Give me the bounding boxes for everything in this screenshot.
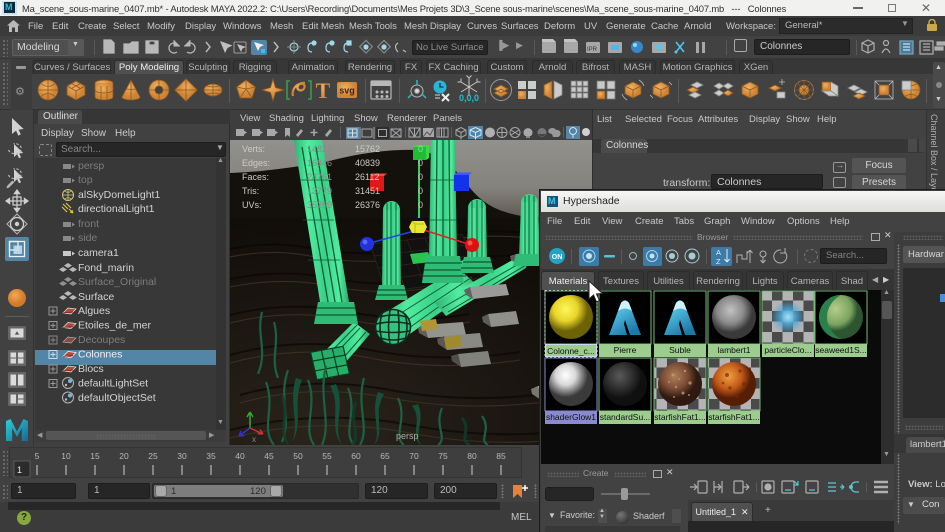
- svg-text:60: 60: [351, 451, 361, 461]
- svg-text:10: 10: [61, 451, 71, 461]
- svg-text:A: A: [716, 248, 721, 257]
- svg-text:1: 1: [17, 465, 22, 475]
- svg-text:0: 0: [418, 200, 423, 210]
- svg-text:defaultLightSet: defaultLightSet: [78, 378, 148, 390]
- svg-text:persp: persp: [78, 160, 104, 172]
- svg-text:Algues: Algues: [78, 305, 110, 317]
- svg-text:75: 75: [438, 451, 448, 461]
- svg-text:16846: 16846: [307, 158, 332, 168]
- svg-text:Decoupes: Decoupes: [78, 334, 125, 346]
- svg-text:Verts:: Verts:: [242, 144, 265, 154]
- svg-text:15: 15: [90, 451, 100, 461]
- svg-text:Faces:: Faces:: [242, 172, 269, 182]
- svg-text:0: 0: [418, 158, 423, 168]
- svg-text:20: 20: [119, 451, 129, 461]
- svg-text:svg: svg: [339, 86, 355, 96]
- svg-text:13779: 13779: [307, 186, 332, 196]
- svg-text:Tris:: Tris:: [242, 186, 259, 196]
- svg-text:persp: persp: [396, 431, 419, 441]
- svg-text:top: top: [78, 174, 93, 186]
- svg-text:30: 30: [177, 451, 187, 461]
- svg-text:25: 25: [148, 451, 158, 461]
- svg-text:Fond_marin: Fond_marin: [78, 262, 134, 274]
- svg-text:15762: 15762: [355, 144, 380, 154]
- svg-text:Colonnes: Colonnes: [78, 349, 122, 361]
- svg-text:defaultObjectSet: defaultObjectSet: [78, 392, 156, 404]
- svg-text:directionalLight1: directionalLight1: [78, 203, 155, 215]
- svg-text:14823: 14823: [307, 144, 332, 154]
- svg-text:35: 35: [206, 451, 216, 461]
- svg-text:35269: 35269: [307, 200, 332, 210]
- svg-text:80: 80: [467, 451, 477, 461]
- svg-text:front: front: [78, 218, 99, 230]
- svg-text:ON: ON: [552, 254, 563, 261]
- svg-text:0,0,0: 0,0,0: [459, 93, 479, 103]
- svg-text:50: 50: [293, 451, 303, 461]
- svg-text:Blocs: Blocs: [78, 363, 104, 375]
- svg-text:5: 5: [35, 451, 40, 461]
- svg-text:0: 0: [418, 186, 423, 196]
- svg-text:UVs:: UVs:: [242, 200, 262, 210]
- svg-text:0: 0: [418, 172, 423, 182]
- svg-text:alSkyDomeLight1: alSkyDomeLight1: [78, 189, 160, 201]
- svg-text:40839: 40839: [355, 158, 380, 168]
- svg-text:70: 70: [409, 451, 419, 461]
- svg-text:65: 65: [380, 451, 390, 461]
- svg-text:45: 45: [264, 451, 274, 461]
- svg-text:camera1: camera1: [78, 247, 119, 259]
- svg-text:IPR: IPR: [587, 47, 598, 53]
- svg-text:26376: 26376: [355, 200, 380, 210]
- svg-text:55: 55: [322, 451, 332, 461]
- svg-text:0: 0: [418, 144, 423, 154]
- svg-text:85: 85: [496, 451, 506, 461]
- svg-text:Etoiles_de_mer: Etoiles_de_mer: [78, 320, 151, 332]
- svg-text:40: 40: [235, 451, 245, 461]
- svg-text:Surface_Original: Surface_Original: [78, 276, 156, 288]
- svg-text:x: x: [252, 435, 256, 444]
- svg-text:Z: Z: [716, 257, 721, 266]
- svg-text:26112: 26112: [355, 172, 379, 182]
- svg-text:T: T: [316, 78, 331, 103]
- svg-text:31451: 31451: [355, 186, 380, 196]
- svg-text:side: side: [78, 232, 97, 244]
- svg-text:24761: 24761: [307, 172, 332, 182]
- svg-text:Edges:: Edges:: [242, 158, 270, 168]
- svg-text:Surface: Surface: [78, 291, 114, 303]
